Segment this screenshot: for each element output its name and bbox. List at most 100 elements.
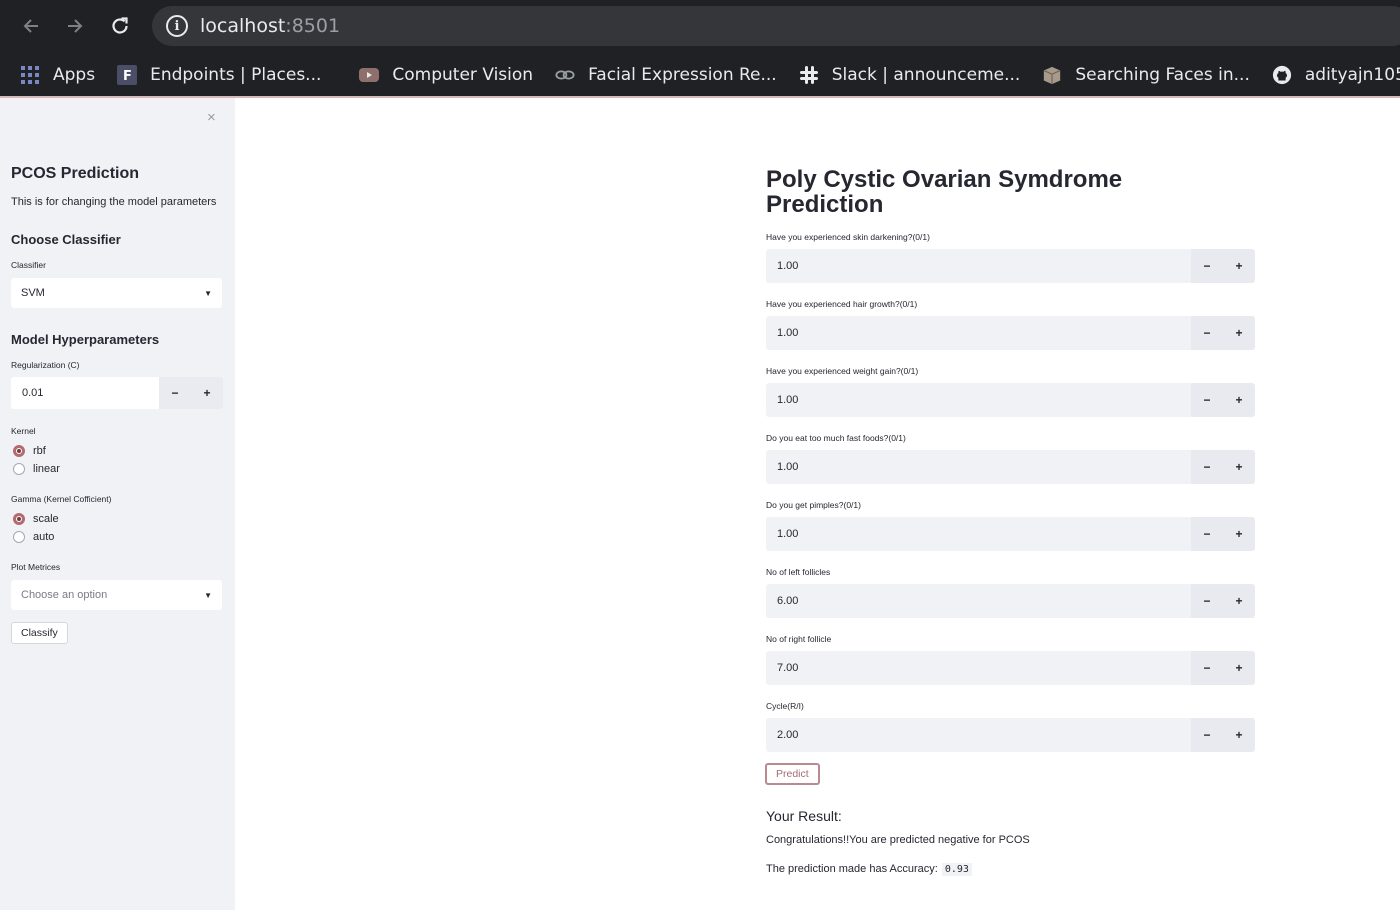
bookmark-computer-vision[interactable]: Computer Vision — [359, 65, 533, 85]
sidebar-description: This is for changing the model parameter… — [11, 196, 217, 208]
question-stepper: 1.00− + — [766, 383, 1255, 417]
decrement-button[interactable]: − — [1191, 517, 1223, 551]
question-stepper: 1.00− + — [766, 249, 1255, 283]
increment-button[interactable]: + — [1223, 651, 1255, 685]
classifier-select[interactable]: SVM ▼ — [11, 278, 222, 308]
increment-button[interactable]: + — [1223, 718, 1255, 752]
radio-selected-icon — [13, 513, 25, 525]
gamma-option-auto[interactable]: auto — [13, 531, 54, 543]
question-input[interactable]: 1.00 — [766, 450, 1191, 484]
question-input[interactable]: 6.00 — [766, 584, 1191, 618]
question-label: Cycle(R/I) — [766, 701, 804, 711]
decrement-button[interactable]: − — [1191, 584, 1223, 618]
regularization-input[interactable]: 0.01 — [11, 377, 159, 409]
reload-icon — [112, 17, 128, 34]
question-label: Have you experienced hair growth?(0/1) — [766, 299, 918, 309]
gamma-label: Gamma (Kernel Cofficient) — [11, 494, 112, 504]
apps-grid-icon — [20, 65, 40, 85]
question-label: Have you experienced weight gain?(0/1) — [766, 366, 919, 376]
address-bar[interactable]: i localhost:8501 — [152, 6, 1400, 46]
reload-button[interactable] — [106, 12, 134, 40]
accuracy-text: The prediction made has Accuracy: — [766, 863, 938, 875]
radio-label: scale — [33, 513, 59, 525]
bookmark-github[interactable]: adityajn105/Face-R... — [1272, 65, 1400, 85]
question-stepper: 1.00− + — [766, 316, 1255, 350]
radio-label: linear — [33, 463, 60, 475]
kernel-label: Kernel — [11, 426, 36, 436]
question-input[interactable]: 1.00 — [766, 383, 1191, 417]
close-sidebar-icon[interactable]: × — [207, 109, 216, 126]
bookmarks-bar: Apps F Endpoints | Places... Computer Vi… — [0, 52, 1400, 98]
bookmark-label: adityajn105/Face-R... — [1304, 65, 1400, 85]
kernel-option-rbf[interactable]: rbf — [13, 445, 46, 457]
sidebar: × PCOS Prediction This is for changing t… — [0, 98, 235, 910]
question-input[interactable]: 7.00 — [766, 651, 1191, 685]
bookmark-label: Computer Vision — [392, 65, 534, 85]
decrement-button[interactable]: − — [1191, 383, 1223, 417]
bookmark-facial-expression[interactable]: Facial Expression Re... — [555, 65, 777, 85]
browser-toolbar: i localhost:8501 — [0, 0, 1400, 52]
predict-button[interactable]: Predict — [765, 763, 820, 785]
increment-button[interactable]: + — [1223, 517, 1255, 551]
decrement-button[interactable]: − — [1191, 450, 1223, 484]
choose-classifier-heading: Choose Classifier — [11, 232, 121, 247]
hyperparameters-heading: Model Hyperparameters — [11, 332, 160, 347]
chevron-down-icon: ▼ — [204, 288, 212, 298]
radio-label: rbf — [33, 445, 46, 457]
decrement-button[interactable]: − — [1191, 249, 1223, 283]
increment-button[interactable]: + — [1223, 249, 1255, 283]
plot-metrices-placeholder: Choose an option — [21, 589, 108, 601]
plot-metrices-label: Plot Metrices — [11, 562, 61, 572]
bookmark-endpoints[interactable]: F Endpoints | Places... — [117, 65, 321, 85]
question-label: Do you eat too much fast foods?(0/1) — [766, 433, 906, 443]
increment-button[interactable]: + — [1223, 383, 1255, 417]
question-stepper: 2.00− + — [766, 718, 1255, 752]
decrement-button[interactable]: − — [1191, 718, 1223, 752]
sidebar-title: PCOS Prediction — [11, 165, 140, 182]
bookmark-label: Slack | announceme... — [831, 65, 1021, 85]
decrement-button[interactable]: − — [1191, 316, 1223, 350]
gamma-option-scale[interactable]: scale — [13, 513, 59, 525]
bookmark-apps[interactable]: Apps — [20, 65, 95, 85]
question-input[interactable]: 1.00 — [766, 517, 1191, 551]
classify-button[interactable]: Classify — [11, 622, 68, 644]
chevron-down-icon: ▼ — [204, 590, 212, 600]
question-stepper: 6.00− + — [766, 584, 1255, 618]
site-info-icon[interactable]: i — [166, 15, 188, 37]
question-stepper: 7.00− + — [766, 651, 1255, 685]
back-button[interactable] — [17, 12, 45, 40]
question-input[interactable]: 1.00 — [766, 316, 1191, 350]
radio-unselected-icon — [13, 463, 25, 475]
increment-button[interactable]: + — [1223, 450, 1255, 484]
bookmark-label: Endpoints | Places... — [150, 65, 322, 85]
question-label: No of left follicles — [766, 567, 831, 577]
forward-button[interactable] — [61, 12, 89, 40]
question-input[interactable]: 2.00 — [766, 718, 1191, 752]
bookmark-label: Apps — [53, 65, 96, 85]
browser-chrome: i localhost:8501 Apps F Endpoints | Plac… — [0, 0, 1400, 98]
url-text: localhost:8501 — [200, 15, 341, 37]
question-label: No of right follicle — [766, 634, 832, 644]
kernel-option-linear[interactable]: linear — [13, 463, 60, 475]
forward-arrow-icon — [68, 19, 83, 33]
radio-selected-icon — [13, 445, 25, 457]
link-icon — [555, 65, 575, 85]
classifier-label: Classifier — [11, 260, 46, 270]
question-input[interactable]: 1.00 — [766, 249, 1191, 283]
question-label: Do you get pimples?(0/1) — [766, 500, 861, 510]
increment-button[interactable]: + — [191, 377, 223, 409]
decrement-button[interactable]: − — [1191, 651, 1223, 685]
result-text: Congratulations!!You are predicted negat… — [766, 834, 1030, 846]
plot-metrices-select[interactable]: Choose an option ▼ — [11, 580, 222, 610]
radio-unselected-icon — [13, 531, 25, 543]
bookmark-searching-faces[interactable]: Searching Faces in... — [1042, 65, 1250, 85]
bookmark-slack[interactable]: Slack | announceme... — [799, 65, 1021, 85]
increment-button[interactable]: + — [1223, 584, 1255, 618]
main-content: Poly Cystic Ovarian Symdrome Prediction … — [235, 98, 1400, 910]
accuracy-line: The prediction made has Accuracy: 0.93 — [766, 863, 972, 876]
increment-button[interactable]: + — [1223, 316, 1255, 350]
decrement-button[interactable]: − — [159, 377, 191, 409]
accuracy-value: 0.93 — [941, 863, 972, 876]
regularization-label: Regularization (C) — [11, 360, 80, 370]
classifier-value: SVM — [21, 287, 45, 299]
